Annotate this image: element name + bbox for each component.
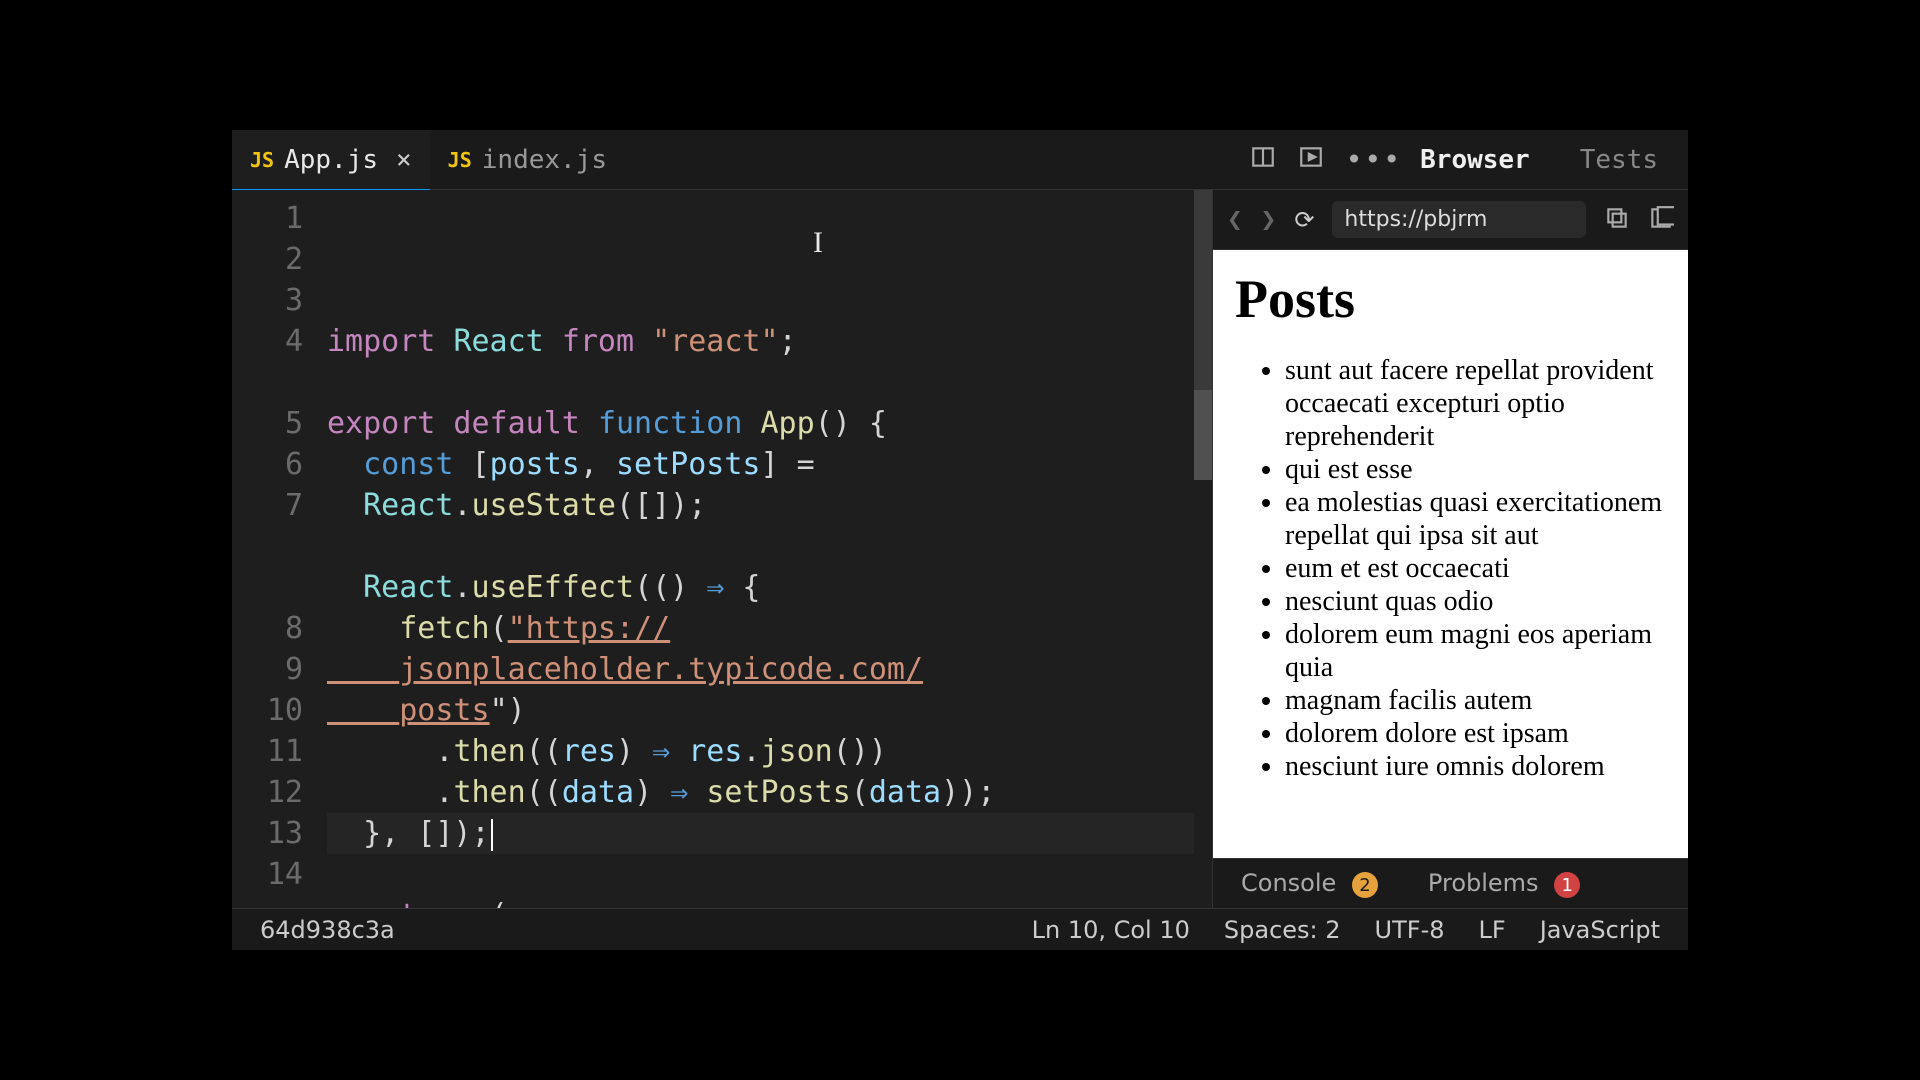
line-number: 3: [232, 280, 303, 321]
code-line[interactable]: [327, 362, 1194, 403]
list-item: sunt aut facere repellat provident occae…: [1285, 354, 1666, 453]
problems-label: Problems: [1428, 869, 1539, 897]
code-line[interactable]: return (: [327, 895, 1194, 908]
code-line[interactable]: fetch("https:// jsonplaceholder.typicode…: [327, 608, 1194, 731]
console-label: Console: [1241, 869, 1336, 897]
line-number: 8: [232, 608, 303, 649]
scroll-thumb[interactable]: [1194, 390, 1212, 480]
preview-pane: ❮ ❯ ⟳ https://pbjrm Posts sunt aut facer…: [1212, 190, 1688, 908]
code-line[interactable]: .then((data) ⇒ setPosts(data));: [327, 772, 1194, 813]
list-item: magnam facilis autem: [1285, 684, 1666, 717]
editor-scrollbar[interactable]: [1194, 190, 1212, 908]
line-number: 7: [232, 485, 303, 608]
eol-info[interactable]: LF: [1479, 916, 1506, 944]
language-mode[interactable]: JavaScript: [1540, 916, 1660, 944]
code-line[interactable]: [327, 854, 1194, 895]
more-icon[interactable]: •••: [1346, 143, 1403, 176]
tab-app-js[interactable]: JS App.js ×: [232, 130, 430, 190]
line-number: 5: [232, 403, 303, 444]
tab-tests[interactable]: Tests: [1580, 145, 1658, 175]
cursor-position[interactable]: Ln 10, Col 10: [1032, 916, 1190, 944]
ide-window: JS App.js × JS index.js ••• Browser Test…: [232, 130, 1688, 950]
console-badge: 2: [1352, 872, 1378, 898]
text-cursor-icon: I: [813, 222, 823, 263]
url-input[interactable]: https://pbjrm: [1332, 201, 1586, 238]
close-icon[interactable]: ×: [396, 145, 412, 175]
line-number: 4: [232, 321, 303, 403]
status-bar: 64d938c3a Ln 10, Col 10 Spaces: 2 UTF-8 …: [232, 908, 1688, 950]
indent-info[interactable]: Spaces: 2: [1224, 916, 1341, 944]
copy-icon[interactable]: [1604, 205, 1630, 235]
code-line[interactable]: import React from "react";: [327, 321, 1194, 362]
file-tabs: JS App.js × JS index.js: [232, 130, 1250, 190]
caret: [491, 819, 493, 851]
list-item: dolorem eum magni eos aperiam quia: [1285, 618, 1666, 684]
problems-badge: 1: [1554, 872, 1580, 898]
tab-browser[interactable]: Browser: [1420, 145, 1530, 175]
list-item: eum et est occaecati: [1285, 552, 1666, 585]
line-number: 6: [232, 444, 303, 485]
line-number: 12: [232, 772, 303, 813]
tab-problems[interactable]: Problems 1: [1428, 869, 1580, 899]
reload-icon[interactable]: ⟳: [1294, 206, 1314, 234]
forward-icon[interactable]: ❯: [1261, 205, 1277, 235]
tab-index-js[interactable]: JS index.js: [430, 130, 625, 190]
preview-icon[interactable]: [1298, 144, 1324, 175]
code-line[interactable]: const [posts, setPosts] = React.useState…: [327, 444, 1194, 526]
browser-viewport[interactable]: Posts sunt aut facere repellat provident…: [1213, 250, 1688, 858]
back-icon[interactable]: ❮: [1227, 205, 1243, 235]
main-split: 1234567891011121314 I import React from …: [232, 190, 1688, 908]
code-line[interactable]: .then((res) ⇒ res.json()): [327, 731, 1194, 772]
code-line[interactable]: export default function App() {: [327, 403, 1194, 444]
line-gutter: 1234567891011121314: [232, 190, 327, 908]
tab-bar: JS App.js × JS index.js ••• Browser Test…: [232, 130, 1688, 190]
scroll-thumb[interactable]: [1194, 190, 1212, 390]
list-item: ea molestias quasi exercitationem repell…: [1285, 486, 1666, 552]
commit-hash[interactable]: 64d938c3a: [260, 916, 998, 944]
code-editor[interactable]: 1234567891011121314 I import React from …: [232, 190, 1212, 908]
code-line[interactable]: React.useEffect(() ⇒ {: [327, 567, 1194, 608]
tab-console[interactable]: Console 2: [1241, 869, 1378, 899]
line-number: 11: [232, 731, 303, 772]
top-icon-group: •••: [1250, 143, 1421, 176]
line-number: 13: [232, 813, 303, 854]
tab-label: index.js: [482, 145, 607, 175]
list-item: qui est esse: [1285, 453, 1666, 486]
code-line[interactable]: [327, 526, 1194, 567]
open-external-icon[interactable]: [1648, 205, 1674, 235]
line-number: 2: [232, 239, 303, 280]
js-icon: JS: [448, 148, 472, 172]
panel-tabs: Browser Tests: [1420, 145, 1688, 175]
tab-label: App.js: [284, 145, 378, 175]
line-number: 1: [232, 198, 303, 239]
posts-list: sunt aut facere repellat provident occae…: [1235, 354, 1666, 783]
line-number: 10: [232, 690, 303, 731]
list-item: nesciunt quas odio: [1285, 585, 1666, 618]
line-number: 9: [232, 649, 303, 690]
code-area[interactable]: I import React from "react"; export defa…: [327, 190, 1194, 908]
page-title: Posts: [1235, 268, 1666, 330]
encoding-info[interactable]: UTF-8: [1375, 916, 1445, 944]
code-line[interactable]: }, []);: [327, 813, 1194, 854]
browser-toolbar: ❮ ❯ ⟳ https://pbjrm: [1213, 190, 1688, 250]
devtools-tabs: Console 2 Problems 1: [1213, 858, 1688, 908]
line-number: 14: [232, 854, 303, 895]
list-item: nesciunt iure omnis dolorem: [1285, 750, 1666, 783]
split-vertical-icon[interactable]: [1250, 144, 1276, 175]
list-item: dolorem dolore est ipsam: [1285, 717, 1666, 750]
js-icon: JS: [250, 148, 274, 172]
